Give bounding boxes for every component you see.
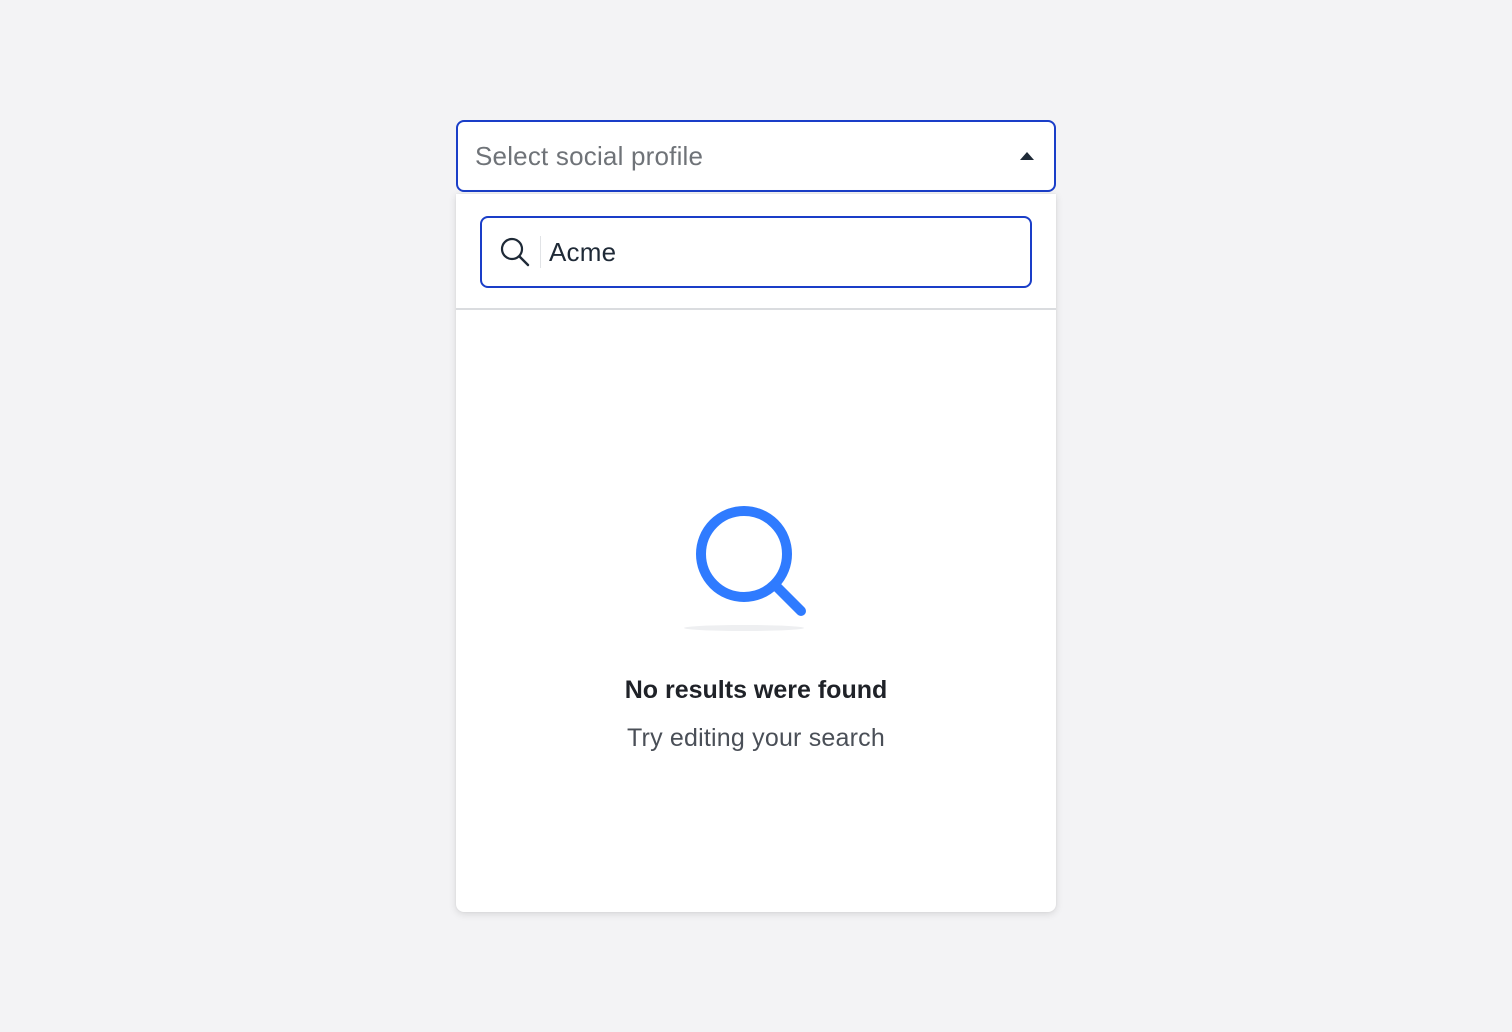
dropdown-panel: Acme No results were found Try editing y… [456,194,1056,912]
search-value: Acme [549,236,617,267]
search-input[interactable]: Acme [480,216,1032,288]
social-profile-select[interactable]: Select social profile [456,120,1056,192]
empty-state: No results were found Try editing your s… [456,310,1056,912]
search-icon [498,235,532,269]
empty-state-title: No results were found [624,676,888,704]
caret-up-icon[interactable] [1020,152,1034,160]
select-placeholder: Select social profile [475,140,704,171]
search-area: Acme [456,194,1056,310]
text-cursor [540,236,541,268]
empty-state-subtitle: Try editing your search [627,724,885,752]
magnifier-illustration-icon [684,496,828,634]
